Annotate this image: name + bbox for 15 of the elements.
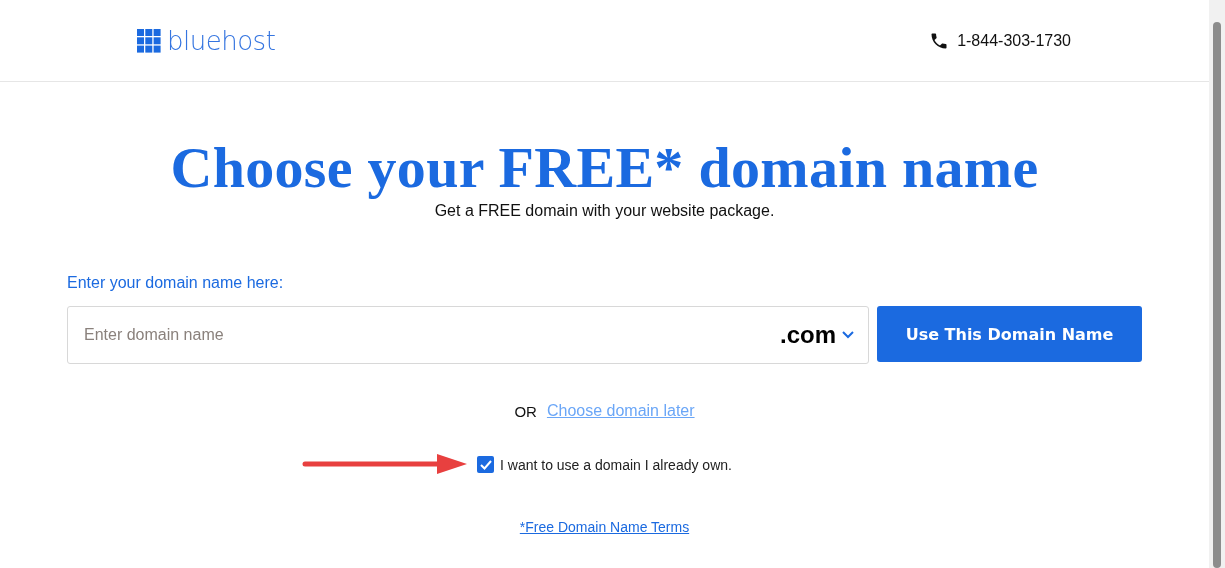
scrollbar[interactable] (1209, 0, 1225, 568)
own-domain-label: I want to use a domain I already own. (500, 456, 732, 473)
phone-number[interactable]: 1-844-303-1730 (957, 31, 1071, 50)
own-domain-checkbox[interactable] (477, 456, 495, 473)
page-subheading: Get a FREE domain with your website package. (434, 202, 775, 220)
domain-field-label: Enter your domain name here: (67, 274, 285, 292)
or-text: OR (514, 402, 537, 420)
tld-dropdown[interactable]: .com (780, 321, 854, 349)
terms-link[interactable]: *Free Domain Name Terms (519, 519, 690, 535)
domain-input-field[interactable]: Enter domain name .com (67, 306, 869, 364)
chevron-down-icon (842, 331, 854, 339)
page-heading: Choose your FREE* domain name (170, 136, 1039, 200)
logo-text[interactable]: bluehost (167, 25, 276, 56)
logo-grid-icon (137, 28, 161, 53)
use-domain-button[interactable]: Use This Domain Name (877, 306, 1142, 362)
